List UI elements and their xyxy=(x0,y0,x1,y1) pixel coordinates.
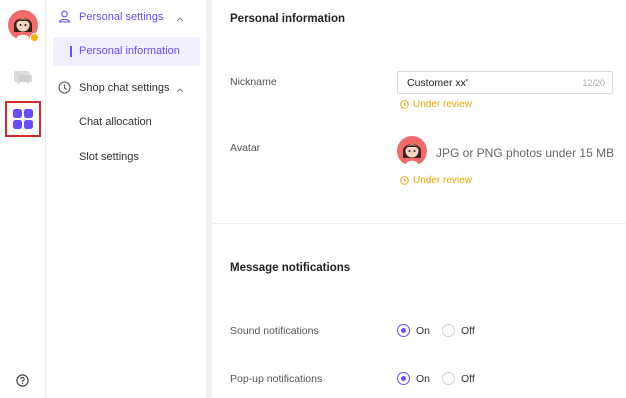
nickname-value: Customer xx' xyxy=(407,77,468,89)
radio-label: Off xyxy=(461,324,475,337)
character-counter: 12/20 xyxy=(582,78,605,88)
nav-group-label: Personal settings xyxy=(79,11,164,23)
nav-item-chat-allocation[interactable]: Chat allocation xyxy=(53,108,200,137)
nav-item-personal-information[interactable]: Personal information xyxy=(53,37,200,66)
avatar-upload-hint: JPG or PNG photos under 15 MB xyxy=(436,146,615,160)
sound-notifications-options: On Off xyxy=(397,324,487,337)
review-status-text: Under review xyxy=(413,99,472,110)
avatar-review-status: Under review xyxy=(400,175,472,186)
radio-button[interactable] xyxy=(397,372,410,385)
page-title: Personal information xyxy=(230,13,346,25)
main-content: Personal information Nickname Customer x… xyxy=(212,0,626,398)
nav-group-shop-chat-settings[interactable]: Shop chat settings xyxy=(47,72,206,104)
sound-on-option[interactable]: On xyxy=(397,324,430,337)
radio-button[interactable] xyxy=(442,372,456,385)
nav-item-label: Chat allocation xyxy=(79,116,152,128)
popup-notifications-options: On Off xyxy=(397,372,487,385)
sound-notifications-label: Sound notifications xyxy=(230,325,319,337)
nickname-input[interactable]: Customer xx' 12/20 xyxy=(397,71,613,94)
radio-label: Off xyxy=(461,372,475,385)
help-icon[interactable] xyxy=(16,374,29,387)
radio-label: On xyxy=(416,372,431,385)
apps-grid-button[interactable] xyxy=(5,101,41,137)
apps-grid-icon xyxy=(13,109,33,129)
avatar-upload[interactable] xyxy=(397,136,427,166)
clock-icon xyxy=(400,176,409,185)
nickname-review-status: Under review xyxy=(400,99,472,110)
nav-item-label: Slot settings xyxy=(79,151,139,163)
radio-label: On xyxy=(416,324,431,337)
popup-off-option[interactable]: Off xyxy=(442,372,475,385)
clock-icon xyxy=(400,100,409,109)
chat-icon[interactable] xyxy=(13,69,33,87)
settings-nav: Personal settings Personal information S… xyxy=(47,0,206,398)
online-status-dot xyxy=(30,33,39,42)
avatar-label: Avatar xyxy=(230,142,261,154)
radio-button[interactable] xyxy=(442,324,456,337)
section-title-notifications: Message notifications xyxy=(230,262,351,274)
sound-off-option[interactable]: Off xyxy=(442,324,475,337)
review-status-text: Under review xyxy=(413,175,472,186)
nav-group-personal-settings[interactable]: Personal settings xyxy=(47,1,206,33)
active-indicator xyxy=(70,46,72,57)
person-icon xyxy=(58,10,71,23)
section-divider xyxy=(212,223,626,224)
nickname-label: Nickname xyxy=(230,76,277,88)
nav-item-slot-settings[interactable]: Slot settings xyxy=(53,143,200,172)
chevron-up-icon xyxy=(176,84,184,93)
left-rail xyxy=(0,0,46,398)
chevron-up-icon xyxy=(176,13,184,22)
radio-button[interactable] xyxy=(397,324,410,337)
popup-on-option[interactable]: On xyxy=(397,372,430,385)
popup-notifications-label: Pop-up notifications xyxy=(230,373,323,385)
nav-group-label: Shop chat settings xyxy=(79,82,170,94)
clock-icon xyxy=(58,81,71,94)
nav-item-label: Personal information xyxy=(79,45,180,57)
